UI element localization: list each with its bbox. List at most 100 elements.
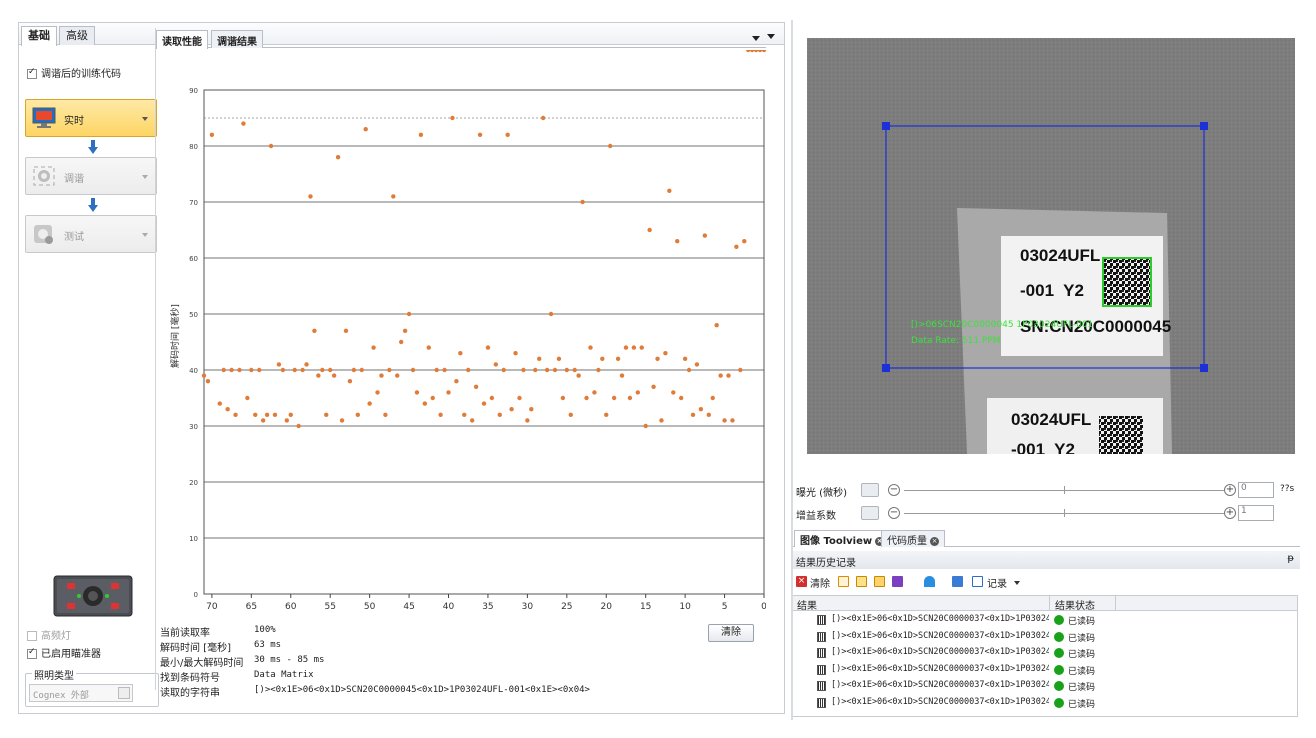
table-row[interactable]: [)><0x1E>06<0x1D>SCN20C0000037<0x1D>1P03…	[793, 662, 1297, 678]
data-point	[734, 244, 739, 249]
data-point	[568, 412, 573, 417]
table-row[interactable]: [)><0x1E>06<0x1D>SCN20C0000037<0x1D>1P03…	[793, 645, 1297, 661]
chevron-down-icon[interactable]	[1014, 581, 1020, 585]
pause-icon[interactable]	[838, 576, 849, 587]
data-point	[592, 390, 597, 395]
results-table: 结果 结果状态 [)><0x1E>06<0x1D>SCN20C0000037<0…	[792, 595, 1298, 717]
gain-auto-button[interactable]	[861, 506, 879, 520]
data-point	[761, 50, 766, 53]
tab-basic[interactable]: 基础	[21, 26, 57, 46]
data-point	[458, 351, 463, 356]
columns-icon[interactable]	[892, 576, 903, 587]
minus-icon[interactable]: −	[888, 507, 900, 519]
tab-advanced[interactable]: 高级	[59, 26, 95, 45]
data-rate-overlay: Data Rate: 511 PPM	[911, 336, 1001, 346]
table-row[interactable]: [)><0x1E>06<0x1D>SCN20C0000037<0x1D>1P03…	[793, 612, 1297, 628]
exposure-input[interactable]: 0	[1238, 482, 1274, 498]
camera-image-view[interactable]: 03024UFL -001 Y2 SN:CN20C0000045 03024UF…	[807, 38, 1295, 454]
toolbar-clear-label[interactable]: 清除	[810, 575, 830, 590]
data-point	[304, 362, 309, 367]
data-point	[280, 367, 286, 373]
chevron-down-icon[interactable]	[142, 117, 148, 121]
data-point	[627, 395, 633, 401]
chevron-down-icon[interactable]	[142, 233, 148, 237]
lighting-type-select[interactable]: Cognex 外部	[29, 684, 133, 702]
tab-code-quality[interactable]: 代码质量 ×	[881, 530, 945, 547]
data-point	[556, 356, 562, 361]
tab-read-performance[interactable]: 读取性能	[156, 30, 208, 49]
data-point	[347, 379, 353, 384]
data-point	[395, 373, 400, 378]
panel-splitter[interactable]	[791, 20, 793, 720]
x-tick-label: 35	[482, 602, 493, 610]
chevron-down-icon[interactable]	[142, 175, 148, 179]
data-point	[422, 401, 428, 406]
data-point	[552, 367, 558, 373]
clear-icon[interactable]: ×	[796, 576, 807, 587]
close-icon[interactable]: ×	[930, 536, 939, 546]
barcode-icon	[817, 648, 826, 658]
high-freq-light-label: 高频灯	[41, 631, 71, 642]
data-point	[276, 362, 282, 367]
barcode-icon	[817, 664, 826, 675]
train-checkbox[interactable]	[27, 67, 37, 79]
aimer-row[interactable]: 已启用瞄准器	[27, 645, 101, 660]
status-ok-icon	[1054, 631, 1064, 642]
clear-button[interactable]: 清除	[708, 624, 754, 642]
col-status[interactable]: 结果状态	[1055, 597, 1095, 612]
data-point	[746, 50, 751, 53]
data-point	[525, 418, 530, 423]
x-tick-label: 60	[285, 602, 297, 610]
col-result[interactable]: 结果	[797, 597, 817, 612]
x-tick-label: 20	[601, 602, 613, 610]
workflow-tune-button[interactable]: 调谐	[25, 157, 157, 195]
toolbar-record-label[interactable]: 记录	[987, 575, 1007, 590]
copy-icon[interactable]	[856, 576, 867, 587]
data-point	[596, 367, 601, 373]
workflow-live-button[interactable]: 实时	[25, 99, 157, 137]
save-icon[interactable]	[874, 576, 885, 587]
roi-handle[interactable]	[882, 122, 890, 130]
roi-handle[interactable]	[1200, 122, 1208, 130]
data-point	[619, 373, 625, 378]
data-point	[406, 311, 412, 317]
data-point	[738, 367, 743, 373]
col-divider	[1049, 596, 1050, 611]
high-freq-light-checkbox[interactable]	[27, 631, 37, 641]
data-point	[682, 356, 688, 361]
roi-handle[interactable]	[882, 364, 890, 372]
record-icon[interactable]	[972, 576, 983, 587]
status-ok-icon	[1054, 664, 1064, 675]
data-point	[749, 50, 755, 53]
data-point	[659, 418, 664, 423]
tab-toolview[interactable]: 图像 Toolview ×	[794, 530, 891, 547]
train-checkbox-row[interactable]: 调谐后的训练代码	[27, 65, 121, 80]
table-row[interactable]: [)><0x1E>06<0x1D>SCN20C0000037<0x1D>1P03…	[793, 629, 1297, 645]
table-row[interactable]: [)><0x1E>06<0x1D>SCN20C0000037<0x1D>1P03…	[793, 678, 1297, 694]
filter-icon[interactable]	[924, 576, 935, 587]
data-point	[607, 143, 613, 149]
workflow-test-button[interactable]: 测试	[25, 215, 157, 253]
minus-icon[interactable]: −	[888, 484, 900, 496]
x-tick-label: 55	[324, 602, 335, 610]
speaker-icon[interactable]	[952, 576, 963, 587]
gain-input[interactable]: 1	[1238, 505, 1274, 521]
plus-icon[interactable]: +	[1224, 507, 1236, 519]
tab-dropdown-icon[interactable]	[767, 34, 775, 39]
subtab-dropdown-icon[interactable]	[752, 36, 760, 41]
roi-handle[interactable]	[1200, 364, 1208, 372]
data-point	[576, 373, 581, 378]
tab-tuning-results[interactable]: 调谐结果	[211, 30, 263, 48]
plot-area	[203, 89, 765, 595]
stat-label: 找到条码符号	[160, 673, 220, 684]
data-point	[438, 412, 443, 417]
high-freq-light-row[interactable]: 高频灯	[27, 627, 71, 642]
y-tick-label: 70	[189, 199, 198, 207]
chevron-down-icon[interactable]	[118, 687, 130, 699]
aimer-checkbox[interactable]	[27, 647, 37, 659]
table-row[interactable]: [)><0x1E>06<0x1D>SCN20C0000037<0x1D>1P03…	[793, 695, 1297, 711]
plus-icon[interactable]: +	[1224, 484, 1236, 496]
exposure-auto-button[interactable]	[861, 483, 879, 497]
pin-icon[interactable]: ᵽ	[1287, 553, 1294, 564]
data-point	[343, 328, 349, 333]
